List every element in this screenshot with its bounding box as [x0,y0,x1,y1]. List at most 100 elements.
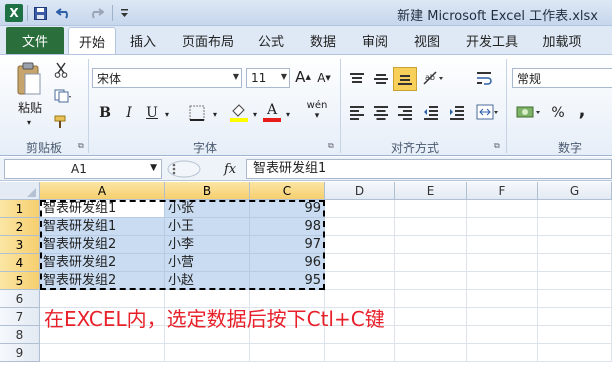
tab-insert[interactable]: 插入 [122,27,164,54]
clipboard-launcher-icon[interactable]: ⧉ [78,141,84,151]
cell-b1[interactable]: 小张 [165,200,250,218]
grow-font-button[interactable]: A ▲ [294,67,312,87]
cell-b3[interactable]: 小李 [165,236,250,254]
chevron-down-icon[interactable]: ▼ [281,72,287,81]
align-left-icon[interactable] [346,103,368,123]
cell-a2[interactable]: 智表研发组1 [40,218,165,236]
cell-g4[interactable] [538,254,612,272]
formula-buttons-icon[interactable] [166,159,208,179]
cell-c4[interactable]: 96 [250,254,325,272]
cell-d1[interactable] [325,200,395,218]
cell-f4[interactable] [467,254,538,272]
name-box[interactable]: A1 ▼ [4,159,162,179]
row-header[interactable]: 7 [0,308,40,326]
cell-f2[interactable] [467,218,538,236]
save-icon[interactable] [32,4,48,22]
shrink-font-button[interactable]: A ▼ [316,69,332,87]
chevron-down-icon[interactable]: ▾ [162,107,172,121]
font-color-button[interactable]: A [262,101,282,123]
cell-d3[interactable] [325,236,395,254]
tab-developer[interactable]: 开发工具 [460,27,524,54]
tab-home[interactable]: 开始 [68,27,116,54]
row-header[interactable]: 1 [0,200,40,218]
cell-f6[interactable] [467,290,538,308]
font-launcher-icon[interactable]: ⧉ [328,141,334,151]
cell-f3[interactable] [467,236,538,254]
column-header-f[interactable]: F [467,182,538,200]
cell-g8[interactable] [538,326,612,344]
column-header-e[interactable]: E [395,182,467,200]
font-size-combo[interactable]: 11 ▼ [246,68,290,88]
cell-g2[interactable] [538,218,612,236]
bold-button[interactable]: B [96,103,114,123]
cell-g5[interactable] [538,272,612,290]
cell-g3[interactable] [538,236,612,254]
row-header[interactable]: 9 [0,344,40,362]
cell-c3[interactable]: 97 [250,236,325,254]
paste-button[interactable]: 粘贴 [14,99,46,115]
alignment-launcher-icon[interactable]: ⧉ [494,141,500,151]
cell-c9[interactable] [250,344,325,362]
row-header[interactable]: 6 [0,290,40,308]
undo-icon[interactable] [54,4,76,22]
cell-e2[interactable] [395,218,467,236]
column-header-d[interactable]: D [325,182,395,200]
orientation-icon[interactable]: ab [420,67,446,89]
redo-icon[interactable] [84,4,106,22]
row-header[interactable]: 8 [0,326,40,344]
copy-icon[interactable] [52,87,74,105]
chevron-down-icon[interactable]: ▼ [150,163,157,173]
cell-e8[interactable] [395,326,467,344]
cell-b2[interactable]: 小王 [165,218,250,236]
row-header[interactable]: 5 [0,272,40,290]
row-header[interactable]: 2 [0,218,40,236]
cell-f8[interactable] [467,326,538,344]
font-name-combo[interactable]: 宋体 ▼ [92,68,242,88]
column-header-g[interactable]: G [538,182,612,200]
row-header[interactable]: 4 [0,254,40,272]
tab-page-layout[interactable]: 页面布局 [176,27,240,54]
cell-d2[interactable] [325,218,395,236]
customize-toolbar-icon[interactable] [117,4,131,22]
phonetic-guide-button[interactable]: wén ▾ [302,99,332,123]
comma-button[interactable]: , [576,99,588,121]
cell-a4[interactable]: 智表研发组2 [40,254,165,272]
cell-e5[interactable] [395,272,467,290]
cell-g7[interactable] [538,308,612,326]
align-center-icon[interactable] [370,103,392,123]
row-header[interactable]: 3 [0,236,40,254]
chevron-down-icon[interactable]: ▼ [233,72,239,81]
formula-input[interactable]: 智表研发组1 [246,159,612,179]
cell-g9[interactable] [538,344,612,362]
borders-icon[interactable] [186,103,208,123]
increase-indent-icon[interactable] [446,103,468,123]
cell-f5[interactable] [467,272,538,290]
column-header-b[interactable]: B [165,182,250,200]
cell-b4[interactable]: 小营 [165,254,250,272]
excel-icon[interactable]: X [5,4,23,22]
paste-icon[interactable] [14,59,44,99]
cell-e4[interactable] [395,254,467,272]
format-painter-icon[interactable] [52,113,70,131]
decrease-indent-icon[interactable] [420,103,442,123]
paste-dropdown-icon[interactable]: ▾ [24,117,34,127]
cell-a5[interactable]: 智表研发组2 [40,272,165,290]
number-format-combo[interactable]: 常规 [512,68,612,88]
cell-a9[interactable] [40,344,165,362]
cell-b9[interactable] [165,344,250,362]
cell-b5[interactable]: 小赵 [165,272,250,290]
cell-e9[interactable] [395,344,467,362]
tab-view[interactable]: 视图 [408,27,446,54]
cell-e6[interactable] [395,290,467,308]
cell-d9[interactable] [325,344,395,362]
cell-d4[interactable] [325,254,395,272]
currency-icon[interactable] [514,101,544,123]
cell-g1[interactable] [538,200,612,218]
fx-icon[interactable]: fx [224,162,236,177]
cell-e7[interactable] [395,308,467,326]
cell-a3[interactable]: 智表研发组2 [40,236,165,254]
cell-c5[interactable]: 95 [250,272,325,290]
chevron-down-icon[interactable]: ▾ [250,107,260,121]
column-header-a[interactable]: A [40,182,165,200]
cell-d5[interactable] [325,272,395,290]
